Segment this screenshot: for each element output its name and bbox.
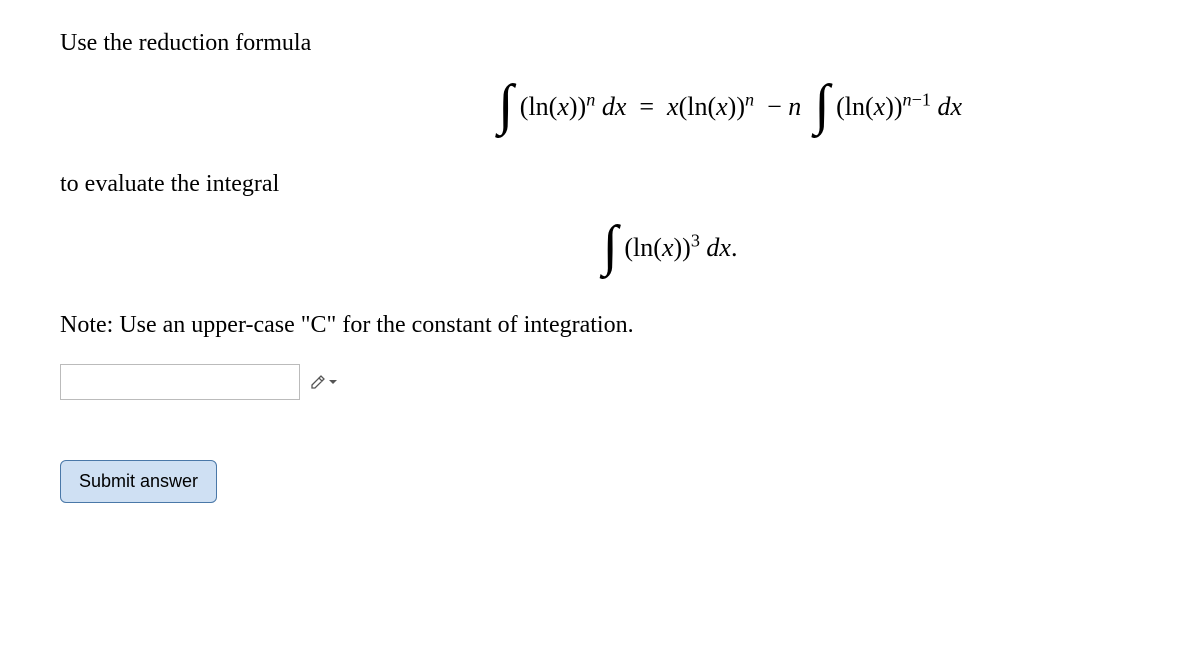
answer-input[interactable]: [60, 364, 300, 400]
submit-button[interactable]: Submit answer: [60, 460, 217, 503]
target-integral: ∫ (ln(x))3 dx.: [60, 218, 1140, 282]
reduction-formula: ∫ (ln(x))n dx = x(ln(x))n − n ∫ (ln(x))n…: [60, 77, 1140, 141]
answer-row: [60, 364, 1140, 400]
problem-text-line1: Use the reduction formula: [60, 30, 1140, 57]
problem-text-line2: to evaluate the integral: [60, 171, 1140, 198]
problem-note: Note: Use an upper-case "C" for the cons…: [60, 312, 1140, 339]
equation-editor-icon[interactable]: [310, 374, 338, 390]
